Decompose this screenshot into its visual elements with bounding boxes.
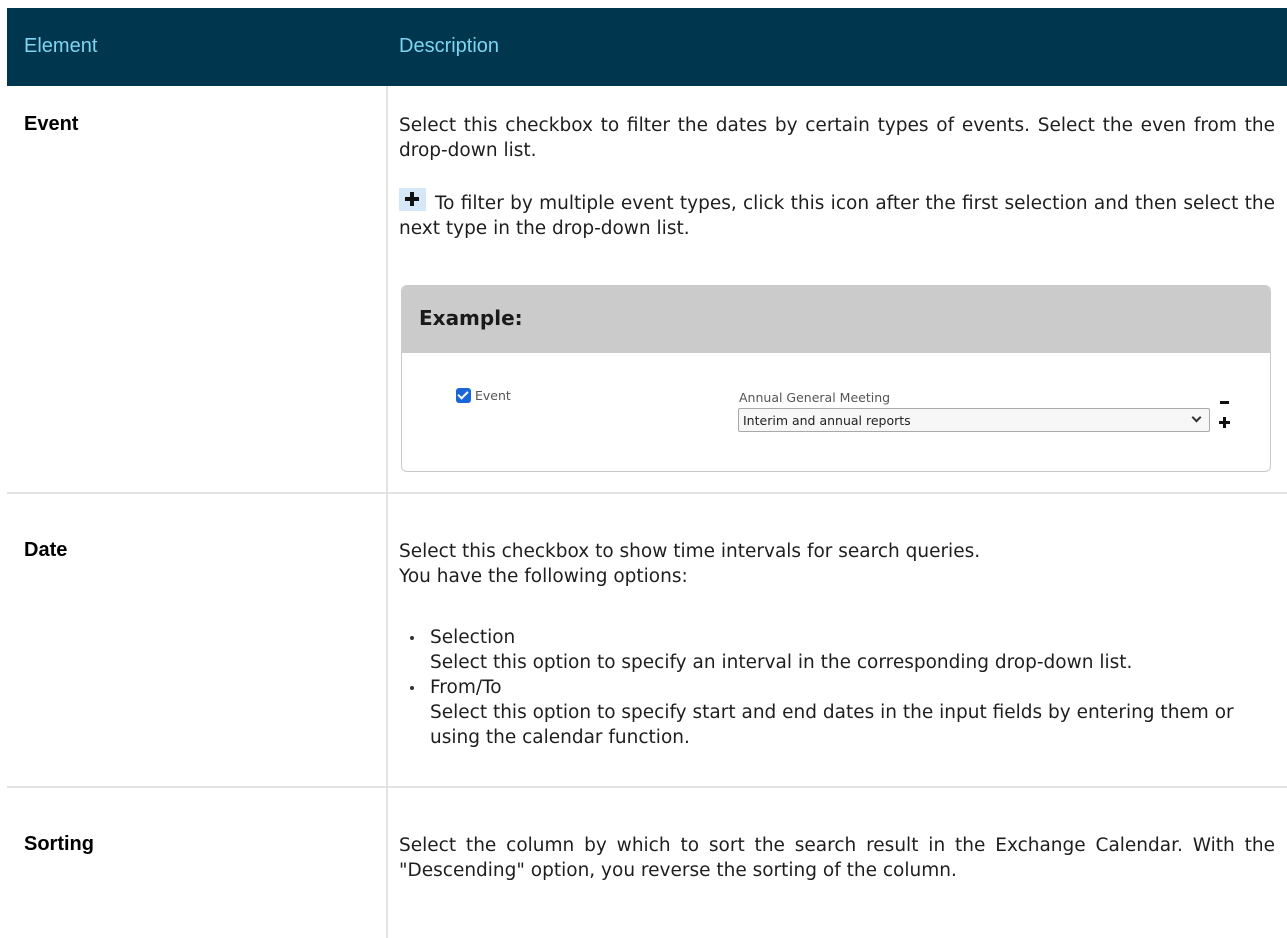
event-checkbox[interactable] [456, 388, 471, 403]
option-text: Select this option to specify start and … [430, 702, 1234, 748]
row-divider [7, 786, 1287, 788]
header-element: Element [24, 35, 98, 57]
bullet-icon [410, 636, 414, 640]
row-event-description: Select this checkbox to filter the dates… [399, 115, 1275, 161]
list-item: Selection Select this option to specify … [399, 625, 1279, 675]
row-date-element: Date [24, 539, 68, 561]
list-item: From/To Select this option to specify st… [399, 675, 1279, 750]
date-options-list: Selection Select this option to specify … [399, 625, 1279, 750]
header-description: Description [399, 35, 500, 57]
row-sorting-element: Sorting [24, 833, 94, 855]
row-date-description: Select this checkbox to show time interv… [399, 541, 981, 562]
table-header: Element Description [7, 8, 1287, 86]
row-event-element: Event [24, 113, 79, 135]
example-header: Example: [402, 286, 1270, 353]
add-event-button[interactable] [1219, 417, 1230, 428]
row-event-icon-text: To filter by multiple event types, click… [399, 188, 1275, 241]
bullet-icon [410, 686, 414, 690]
column-divider [386, 86, 388, 938]
event-type-select[interactable]: Interim and annual reports [738, 408, 1210, 432]
example-box: Example: Event Annual General Meeting In… [401, 285, 1271, 472]
row-sorting-description: Select the column by which to sort the s… [399, 835, 1275, 881]
plus-icon [399, 188, 426, 211]
row-divider [7, 492, 1287, 494]
meeting-type-text: Annual General Meeting [739, 390, 891, 405]
event-checkbox-label: Event [475, 388, 511, 403]
chevron-down-icon [1191, 412, 1202, 423]
select-value: Interim and annual reports [743, 413, 911, 428]
option-text: Select this option to specify an interva… [430, 652, 1133, 673]
row-date-description-2: You have the following options: [399, 566, 688, 587]
element-description-table: Element Description Event Select this ch… [7, 8, 1287, 938]
remove-event-button[interactable] [1220, 401, 1229, 404]
icon-instruction: To filter by multiple event types, click… [399, 193, 1275, 239]
option-name: Selection [430, 627, 516, 648]
option-name: From/To [430, 677, 502, 698]
example-title: Example: [419, 306, 523, 330]
